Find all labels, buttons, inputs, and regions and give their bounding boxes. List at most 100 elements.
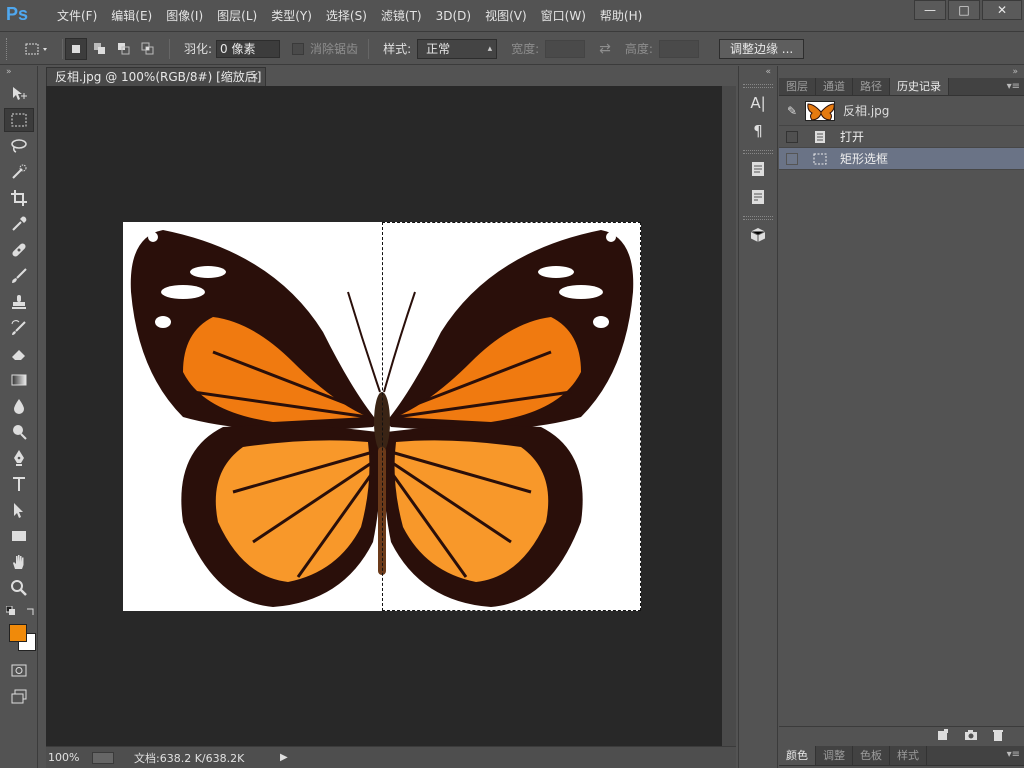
new-selection-button[interactable] bbox=[65, 37, 87, 60]
strip-grip[interactable] bbox=[743, 84, 773, 88]
tab-swatches[interactable]: 色板 bbox=[853, 746, 890, 765]
subtract-selection-button[interactable] bbox=[113, 38, 135, 60]
window-controls: — □ ✕ bbox=[912, 0, 1022, 20]
strip-grip[interactable] bbox=[743, 150, 773, 154]
zoom-level[interactable]: 100% bbox=[46, 751, 92, 764]
eraser-tool[interactable] bbox=[4, 342, 34, 366]
cube-icon bbox=[750, 228, 766, 242]
rect-marquee-icon bbox=[812, 152, 828, 166]
blur-tool[interactable] bbox=[4, 394, 34, 418]
new-document-from-state-icon[interactable] bbox=[936, 729, 950, 744]
trash-icon[interactable] bbox=[992, 729, 1004, 744]
swap-colors-icon[interactable] bbox=[26, 606, 36, 616]
menu-file[interactable]: 文件(F) bbox=[50, 0, 104, 32]
default-colors-icon[interactable] bbox=[6, 606, 16, 616]
tab-layers[interactable]: 图层 bbox=[779, 78, 816, 95]
add-selection-button[interactable] bbox=[89, 38, 111, 60]
feather-input[interactable]: 0 像素 bbox=[216, 39, 281, 58]
refine-edge-button[interactable]: 调整边缘 ... bbox=[718, 38, 805, 59]
tools-collapse[interactable]: » bbox=[0, 66, 37, 80]
menu-edit[interactable]: 编辑(E) bbox=[104, 0, 159, 32]
rect-marquee-tool[interactable] bbox=[4, 108, 34, 132]
status-bar: 100% 文档:638.2 K/638.2K ▶ bbox=[46, 746, 736, 768]
notes-panel-icon[interactable] bbox=[743, 184, 773, 210]
notes-icon bbox=[752, 190, 764, 204]
menu-3d[interactable]: 3D(D) bbox=[429, 0, 478, 32]
strip-grip[interactable] bbox=[743, 216, 773, 220]
crop-tool[interactable] bbox=[4, 186, 34, 210]
bottom-panel-menu-icon[interactable]: ▾≡ bbox=[1007, 746, 1020, 764]
menu-type[interactable]: 类型(Y) bbox=[264, 0, 319, 32]
height-input[interactable] bbox=[658, 39, 699, 58]
eyedropper-tool[interactable] bbox=[4, 212, 34, 236]
quick-mask-button[interactable] bbox=[4, 658, 34, 682]
close-button[interactable]: ✕ bbox=[982, 0, 1022, 20]
brush-tool[interactable] bbox=[4, 264, 34, 288]
history-brush-checkbox[interactable] bbox=[786, 152, 798, 165]
dodge-tool[interactable] bbox=[4, 420, 34, 444]
3d-panel-icon[interactable] bbox=[743, 222, 773, 248]
move-tool[interactable] bbox=[4, 82, 34, 106]
history-item-open[interactable]: 打开 bbox=[779, 126, 1024, 148]
tab-paths[interactable]: 路径 bbox=[853, 78, 890, 95]
minimize-button[interactable]: — bbox=[914, 0, 946, 20]
paragraph-panel-icon[interactable]: ¶ bbox=[743, 118, 773, 144]
tab-adjustments[interactable]: 调整 bbox=[816, 746, 853, 765]
selection-marquee bbox=[382, 222, 641, 611]
menu-window[interactable]: 窗口(W) bbox=[534, 0, 593, 32]
maximize-button[interactable]: □ bbox=[948, 0, 980, 20]
menu-filter[interactable]: 滤镜(T) bbox=[374, 0, 429, 32]
tab-channels[interactable]: 通道 bbox=[816, 78, 853, 95]
hand-tool[interactable] bbox=[4, 550, 34, 574]
history-snapshot[interactable]: ✎ 反相.jpg bbox=[779, 96, 1024, 126]
history-brush-checkbox[interactable] bbox=[786, 130, 798, 143]
document-canvas[interactable] bbox=[123, 222, 641, 611]
pen-tool[interactable] bbox=[4, 446, 34, 470]
close-document-icon[interactable]: ✕ bbox=[250, 68, 259, 86]
tool-preset-picker[interactable] bbox=[22, 38, 52, 60]
canvas-scrollbar[interactable] bbox=[722, 86, 736, 746]
clone-stamp-tool[interactable] bbox=[4, 290, 34, 314]
quick-select-tool[interactable] bbox=[4, 160, 34, 184]
canvas-area[interactable] bbox=[46, 86, 722, 746]
options-bar-grip[interactable] bbox=[6, 37, 12, 60]
strip-collapse[interactable]: « bbox=[739, 66, 777, 78]
tab-color[interactable]: 颜色 bbox=[779, 746, 816, 765]
history-brush-tool[interactable] bbox=[4, 316, 34, 340]
panel-collapse[interactable]: » bbox=[779, 66, 1024, 78]
path-select-tool[interactable] bbox=[4, 498, 34, 522]
spot-heal-tool[interactable] bbox=[4, 238, 34, 262]
foreground-color-swatch[interactable] bbox=[9, 624, 27, 642]
menu-help[interactable]: 帮助(H) bbox=[593, 0, 649, 32]
tab-history[interactable]: 历史记录 bbox=[890, 78, 949, 95]
collapsed-panels-strip: « A| ¶ bbox=[738, 66, 778, 768]
gradient-tool[interactable] bbox=[4, 368, 34, 392]
properties-panel-icon[interactable] bbox=[743, 156, 773, 182]
swap-icon[interactable]: ⇄ bbox=[599, 41, 611, 57]
panel-menu-icon[interactable]: ▾≡ bbox=[1007, 78, 1020, 96]
intersect-selection-button[interactable] bbox=[137, 38, 159, 60]
menu-layer[interactable]: 图层(L) bbox=[210, 0, 264, 32]
style-select[interactable]: 正常 ▴ bbox=[417, 38, 498, 59]
zoom-tool[interactable] bbox=[4, 576, 34, 600]
menu-select[interactable]: 选择(S) bbox=[319, 0, 374, 32]
type-tool[interactable] bbox=[4, 472, 34, 496]
history-brush-source-icon[interactable]: ✎ bbox=[779, 104, 805, 118]
tab-styles[interactable]: 样式 bbox=[890, 746, 927, 765]
lasso-tool[interactable] bbox=[4, 134, 34, 158]
camera-icon[interactable] bbox=[964, 729, 978, 744]
bottom-panel-tabs: 颜色 调整 色板 样式 ▾≡ bbox=[779, 746, 1024, 766]
menu-view[interactable]: 视图(V) bbox=[478, 0, 534, 32]
menu-image[interactable]: 图像(I) bbox=[159, 0, 210, 32]
lasso-icon bbox=[11, 139, 27, 153]
width-input[interactable] bbox=[545, 39, 586, 58]
screen-mode-button[interactable] bbox=[4, 684, 34, 708]
antialias-checkbox[interactable] bbox=[292, 42, 305, 55]
status-preview-icon[interactable] bbox=[92, 751, 114, 764]
rectangle-tool[interactable] bbox=[4, 524, 34, 548]
history-item-rect-marquee[interactable]: 矩形选框 bbox=[779, 148, 1024, 170]
character-panel-icon[interactable]: A| bbox=[743, 90, 773, 116]
status-menu-arrow-icon[interactable]: ▶ bbox=[280, 752, 288, 763]
document-tab[interactable]: 反相.jpg @ 100%(RGB/8#) [缩放后] ✕ bbox=[46, 67, 266, 86]
new-selection-icon bbox=[72, 44, 80, 53]
